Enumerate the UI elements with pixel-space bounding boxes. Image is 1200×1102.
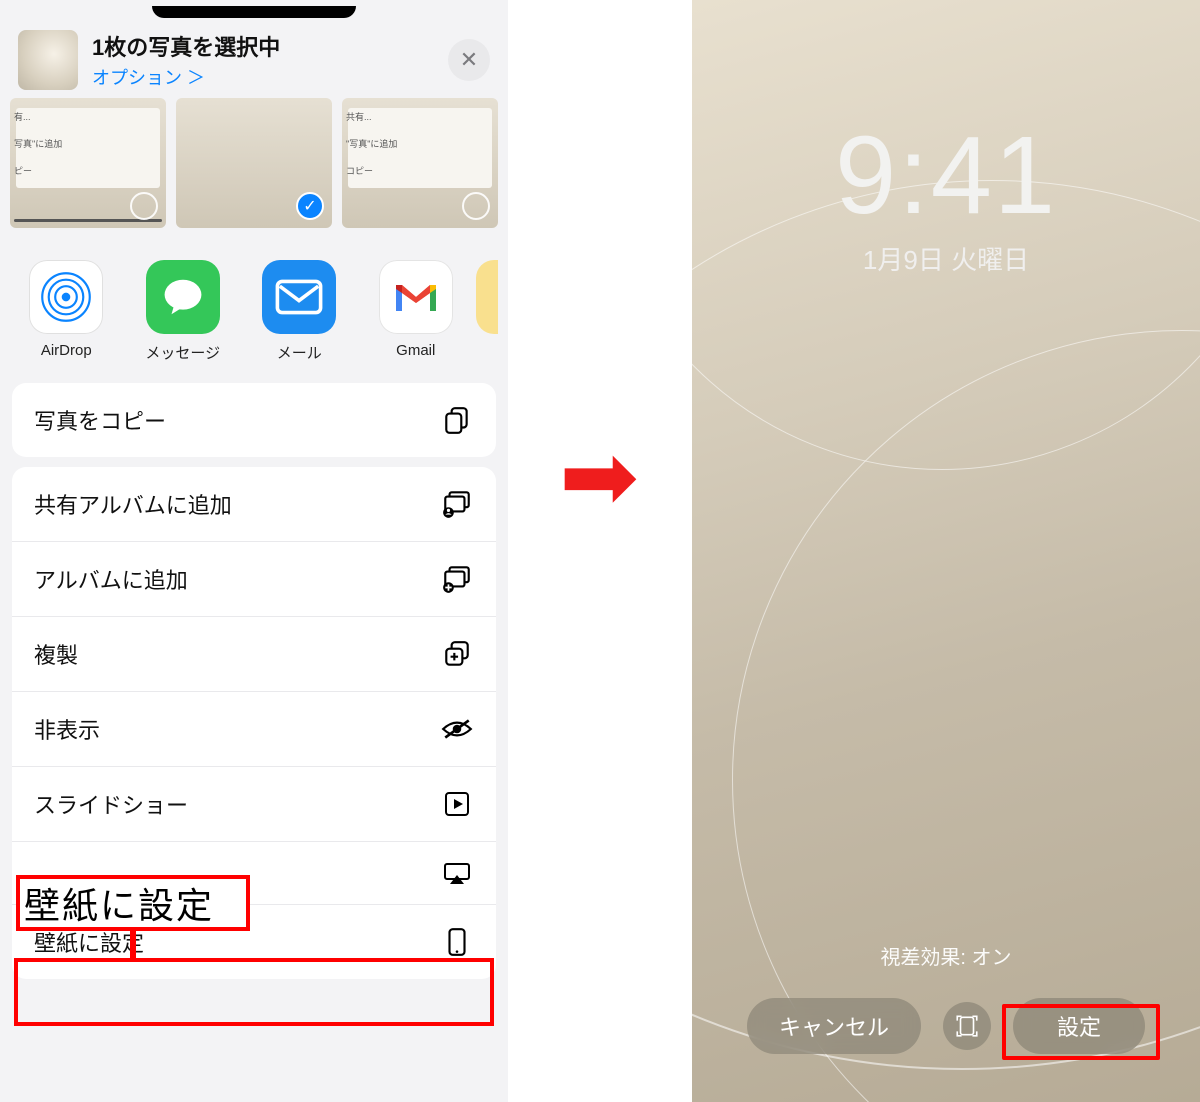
action-add-album[interactable]: アルバムに追加 [12, 541, 496, 616]
photo-thumb-0[interactable]: 有... 写真"に追加 ピー [10, 98, 166, 228]
app-more[interactable] [474, 260, 500, 363]
photo-thumb-1[interactable]: ✓ [176, 98, 332, 228]
duplicate-icon [440, 637, 474, 671]
thumb-mini-label: ピー [14, 164, 62, 177]
action-hide[interactable]: 非表示 [12, 691, 496, 766]
action-airplay[interactable]: . [12, 841, 496, 904]
selection-indicator-icon [130, 192, 158, 220]
app-gmail[interactable]: Gmail [358, 260, 475, 363]
share-header: 1枚の写真を選択中 オプション ＞ ✕ [0, 20, 508, 104]
action-group-2: 共有アルバムに追加 アルバムに追加 複製 非表示 [12, 467, 496, 979]
annotation-callout-stem [130, 930, 136, 960]
action-add-shared-album[interactable]: 共有アルバムに追加 [12, 467, 496, 541]
action-group-1: 写真をコピー [12, 383, 496, 457]
lock-date: 1月9日 火曜日 [692, 240, 1200, 277]
perspective-zoom-button[interactable] [943, 1002, 991, 1050]
action-label: 共有アルバムに追加 [34, 488, 232, 520]
thumb-mini-label: 共有... [346, 110, 397, 123]
notes-icon [476, 260, 498, 334]
action-set-wallpaper[interactable]: 壁紙に設定 [12, 904, 496, 979]
selection-indicator-icon [462, 192, 490, 220]
close-button[interactable]: ✕ [448, 39, 490, 81]
selected-photo-thumbnail [18, 30, 78, 90]
action-label: スライドショー [34, 788, 188, 820]
gmail-icon [379, 260, 453, 334]
share-apps-row[interactable]: AirDrop メッセージ メール Gmail [0, 238, 508, 373]
app-mail[interactable]: メール [241, 260, 358, 363]
selection-checked-icon: ✓ [296, 192, 324, 220]
wallpaper-action-row: キャンセル 設定 [692, 998, 1200, 1054]
wallpaper-preview-screen: 9:41 1月9日 火曜日 視差効果: オン キャンセル 設定 [692, 0, 1200, 1102]
thumb-mini-label: 有... [14, 110, 62, 123]
app-label: メール [277, 342, 322, 363]
thumb-mini-label: コピー [346, 164, 397, 177]
airdrop-icon [29, 260, 103, 334]
photo-thumb-2[interactable]: 共有... "写真"に追加 コピー [342, 98, 498, 228]
arrow-right-icon: ➡ [559, 430, 639, 525]
action-label: 複製 [34, 638, 78, 670]
airplay-icon [440, 856, 474, 890]
share-sheet-screen: 1枚の写真を選択中 オプション ＞ ✕ 有... 写真"に追加 ピー ✓ [0, 0, 508, 1102]
action-label: 写真をコピー [34, 404, 166, 436]
action-label: 非表示 [34, 713, 100, 745]
shared-album-icon [440, 487, 474, 521]
cancel-button[interactable]: キャンセル [747, 998, 921, 1054]
photo-selection-row: 有... 写真"に追加 ピー ✓ 共有... "写真"に追加 コピー [0, 98, 508, 238]
phone-icon [440, 925, 474, 959]
app-airdrop[interactable]: AirDrop [8, 260, 125, 363]
parallax-status: 視差効果: オン [692, 941, 1200, 970]
app-messages[interactable]: メッセージ [125, 260, 242, 363]
play-icon [440, 787, 474, 821]
mail-icon [262, 260, 336, 334]
app-label: Gmail [396, 342, 435, 359]
set-button[interactable]: 設定 [1013, 998, 1145, 1054]
share-sheet: 1枚の写真を選択中 オプション ＞ ✕ 有... 写真"に追加 ピー ✓ [0, 0, 508, 1102]
step-arrow: ➡ [514, 430, 684, 525]
notch [152, 6, 355, 18]
action-label: 壁紙に設定 [34, 926, 144, 958]
add-album-icon [440, 562, 474, 596]
share-title: 1枚の写真を選択中 [92, 30, 434, 62]
action-copy-photo[interactable]: 写真をコピー [12, 383, 496, 457]
copy-icon [440, 403, 474, 437]
action-slideshow[interactable]: スライドショー [12, 766, 496, 841]
action-label: アルバムに追加 [34, 563, 188, 595]
thumb-mini-label: "写真"に追加 [346, 137, 397, 150]
share-options-link[interactable]: オプション ＞ [92, 64, 434, 90]
thumb-mini-label: 写真"に追加 [14, 137, 62, 150]
action-duplicate[interactable]: 複製 [12, 616, 496, 691]
close-icon: ✕ [460, 47, 478, 73]
app-label: AirDrop [41, 342, 92, 359]
lock-time: 9:41 [692, 112, 1200, 239]
hide-icon [440, 712, 474, 746]
app-label: メッセージ [145, 342, 220, 363]
messages-icon [146, 260, 220, 334]
